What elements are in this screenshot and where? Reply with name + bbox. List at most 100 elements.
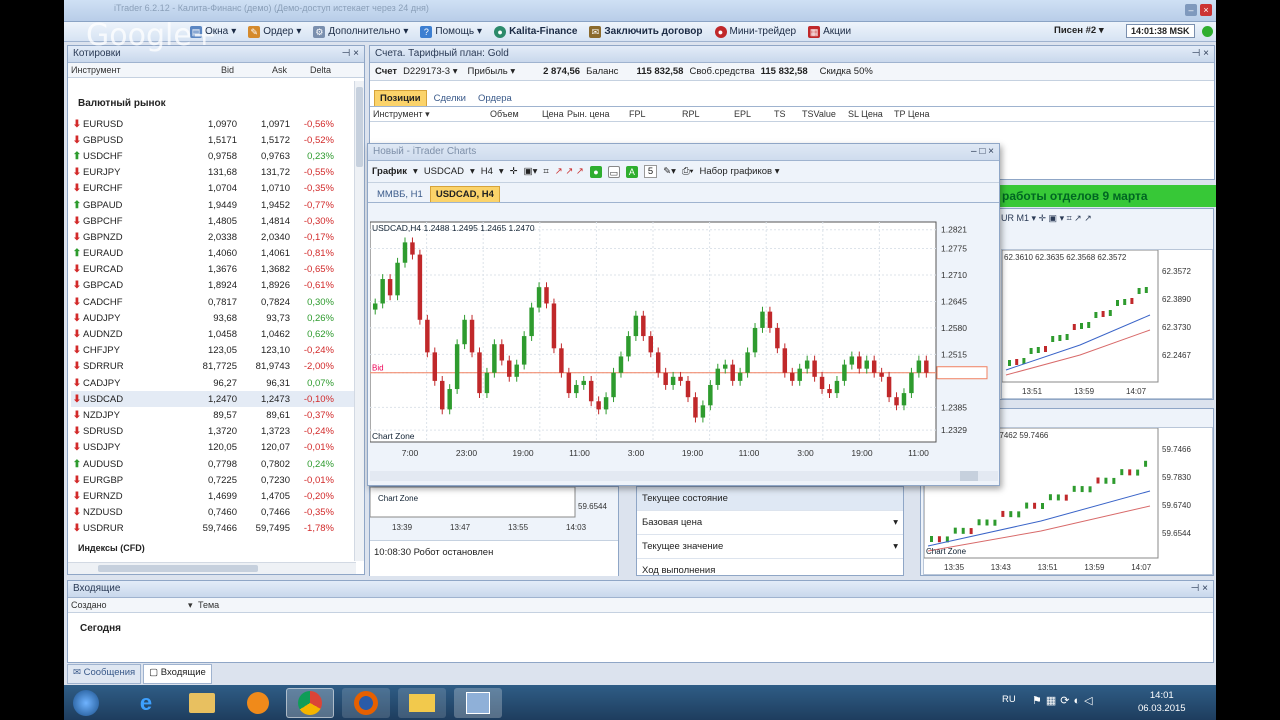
folder-icon[interactable] [178, 688, 226, 718]
quote-row[interactable]: ⬇ GBPCAD 1,8924 1,8926 -0,61% [71, 278, 364, 294]
property-row[interactable]: Текущее состояние [637, 487, 903, 511]
positions-col[interactable]: Инструмент ▾ [370, 109, 490, 120]
tab-usdcad-h4[interactable]: USDCAD, H4 [429, 186, 500, 202]
chart-menu[interactable]: График [372, 166, 407, 177]
refresh-icon[interactable]: ● [589, 165, 602, 178]
positions-col[interactable]: Цена [542, 109, 567, 119]
positions-col[interactable]: EPL [734, 109, 774, 119]
trendline-icon[interactable]: ↗ ↗ ↗ [555, 166, 584, 177]
quote-row[interactable]: ⬇ AUDJPY 93,68 93,73 0,26% [71, 310, 364, 326]
count-stepper[interactable]: 5 [643, 165, 658, 178]
tray-clock[interactable]: 14:01 06.03.2015 [1138, 689, 1186, 715]
pin-icon[interactable]: ⊣ × [1191, 583, 1208, 595]
tab-deals[interactable]: Сделки [429, 91, 471, 106]
symbol-select[interactable]: USDCAD [424, 166, 464, 177]
pin-icon[interactable]: ⊣ × [342, 48, 359, 60]
col-subject[interactable]: Тема [198, 600, 219, 610]
quote-row[interactable]: ⬇ GBPCHF 1,4805 1,4814 -0,30% [71, 213, 364, 229]
col-delta[interactable]: Delta [287, 65, 331, 75]
quote-row[interactable]: ⬇ USDRUR 59,7466 59,7495 -1,78% [71, 521, 364, 537]
main-chart-area[interactable]: 1.28211.27751.27101.26451.25801.25151.24… [369, 210, 998, 470]
col-created[interactable]: Создано [68, 600, 188, 610]
positions-col[interactable]: Объем [490, 109, 542, 119]
start-button[interactable] [66, 688, 106, 718]
quote-row[interactable]: ⬆ GBPAUD 1,9449 1,9452 -0,77% [71, 197, 364, 213]
crosshair-icon[interactable]: ✛ [510, 166, 518, 177]
col-ask[interactable]: Ask [234, 65, 287, 75]
quote-row[interactable]: ⬇ EURCAD 1,3676 1,3682 -0,65% [71, 262, 364, 278]
quote-row[interactable]: ⬇ CADJPY 96,27 96,31 0,07% [71, 375, 364, 391]
account-select[interactable]: D229173-3 ▾ [403, 66, 457, 77]
tab-inbox[interactable]: ▢ Входящие [143, 664, 212, 684]
autoscale-icon[interactable]: A [625, 165, 638, 178]
tray-language[interactable]: RU [1002, 694, 1016, 705]
positions-col[interactable]: SL Цена [848, 109, 894, 119]
print-icon[interactable]: ⎙▾ [682, 166, 694, 177]
profit-select[interactable]: Прибыль ▾ [468, 66, 516, 77]
quote-row[interactable]: ⬇ AUDNZD 1,0458 1,0462 0,62% [71, 326, 364, 342]
positions-col[interactable]: TS [774, 109, 802, 119]
menu-mini-trader[interactable]: ● Мини-трейдер [709, 22, 803, 42]
menu-kalita[interactable]: ● Kalita-Finance [488, 22, 583, 42]
mail-icon[interactable] [398, 688, 446, 718]
main-chart-svg[interactable]: 1.28211.27751.27101.26451.25801.25151.24… [369, 210, 998, 470]
menu-contract[interactable]: ✉ Заключить договор [583, 22, 708, 42]
quote-row[interactable]: ⬇ CHFJPY 123,05 123,10 -0,24% [71, 343, 364, 359]
user-indicator[interactable]: Писен #2 ▾ [1054, 25, 1104, 36]
quote-row[interactable]: ⬇ USDJPY 120,05 120,07 -0,01% [71, 440, 364, 456]
menu-order[interactable]: ✎ Ордер ▾ [242, 22, 307, 42]
quote-row[interactable]: ⬇ EURCHF 1,0704 1,0710 -0,35% [71, 181, 364, 197]
close-icon[interactable]: × [1200, 4, 1212, 16]
positions-col[interactable]: TSValue [802, 109, 848, 119]
tray-icons[interactable]: ⚑▦⟳◐◁ [1032, 694, 1097, 707]
tab-positions[interactable]: Позиции [374, 90, 427, 106]
quotes-hscroll[interactable] [68, 562, 356, 574]
chart-type-icon[interactable]: ▣▾ [524, 166, 538, 177]
tab-mmvb-h1[interactable]: ММВБ, H1 [372, 187, 428, 202]
quote-row[interactable]: ⬇ USDCAD 1,2470 1,2473 -0,10% [71, 391, 364, 408]
property-row[interactable]: Текущее значение ▾ [637, 535, 903, 559]
quote-row[interactable]: ⬇ SDRRUR 81,7725 81,9743 -2,00% [71, 359, 364, 375]
positions-col[interactable]: FPL [629, 109, 682, 119]
menu-extra[interactable]: ⚙ Дополнительно ▾ [307, 22, 414, 42]
tab-messages[interactable]: ✉ Сообщения [67, 664, 142, 684]
quote-row[interactable]: ⬇ EURJPY 131,68 131,72 -0,55% [71, 165, 364, 181]
quote-row[interactable]: ⬇ SDRUSD 1,3720 1,3723 -0,24% [71, 424, 364, 440]
firefox-icon[interactable] [342, 688, 390, 718]
timeframe-select[interactable]: H4 [481, 166, 493, 177]
quotes-scrollbar[interactable] [354, 81, 364, 561]
positions-col[interactable]: RPL [682, 109, 734, 119]
chrome-icon[interactable] [286, 688, 334, 718]
quote-row[interactable]: ⬇ NZDUSD 0,7460 0,7466 -0,35% [71, 505, 364, 521]
quote-row[interactable]: ⬇ NZDJPY 89,57 89,61 -0,37% [71, 407, 364, 423]
itrader-icon[interactable] [454, 688, 502, 718]
col-bid[interactable]: Bid [166, 65, 234, 75]
frame-icon[interactable]: ▭ [607, 165, 620, 178]
minimize-icon[interactable]: – [1185, 4, 1197, 16]
quote-row[interactable]: ⬆ EURAUD 1,4060 1,4061 -0,81% [71, 246, 364, 262]
menu-stocks[interactable]: ▦ Акции [802, 22, 857, 42]
arrow-down-icon: ⬇ [72, 215, 82, 227]
quote-row[interactable]: ⬆ USDCHF 0,9758 0,9763 0,23% [71, 148, 364, 164]
positions-col[interactable]: TP Цена [894, 109, 940, 119]
quote-row[interactable]: ⬇ EURNZD 1,4699 1,4705 -0,20% [71, 488, 364, 504]
quote-row[interactable]: ⬇ EURGBP 0,7225 0,7230 -0,01% [71, 472, 364, 488]
menu-help[interactable]: ? Помощь ▾ [414, 22, 488, 42]
ie-icon[interactable]: e [122, 688, 170, 718]
quote-row[interactable]: ⬇ GBPUSD 1,5171 1,5172 -0,52% [71, 132, 364, 148]
tab-orders[interactable]: Ордера [473, 91, 517, 106]
quote-row[interactable]: ⬆ AUDUSD 0,7798 0,7802 0,24% [71, 456, 364, 472]
grid-icon[interactable]: ⌗ [543, 166, 548, 177]
quote-row[interactable]: ⬇ EURUSD 1,0970 1,0971 -0,56% [71, 116, 364, 132]
chart-hscroll[interactable] [370, 471, 998, 481]
quote-row[interactable]: ⬇ GBPNZD 2,0338 2,0340 -0,17% [71, 229, 364, 245]
col-instrument[interactable]: Инструмент [68, 65, 166, 75]
quote-row[interactable]: ⬇ CADCHF 0,7817 0,7824 0,30% [71, 294, 364, 310]
tools-icon[interactable]: ✎▾ [663, 166, 676, 177]
property-row[interactable]: Базовая цена ▾ [637, 511, 903, 535]
pin-icon[interactable]: ⊣ × [1192, 48, 1209, 60]
window-controls-icon[interactable]: – □ × [971, 146, 994, 158]
positions-col[interactable]: Рын. цена [567, 109, 629, 119]
chart-sets-select[interactable]: Набор графиков ▾ [700, 166, 780, 177]
media-player-icon[interactable] [234, 688, 282, 718]
